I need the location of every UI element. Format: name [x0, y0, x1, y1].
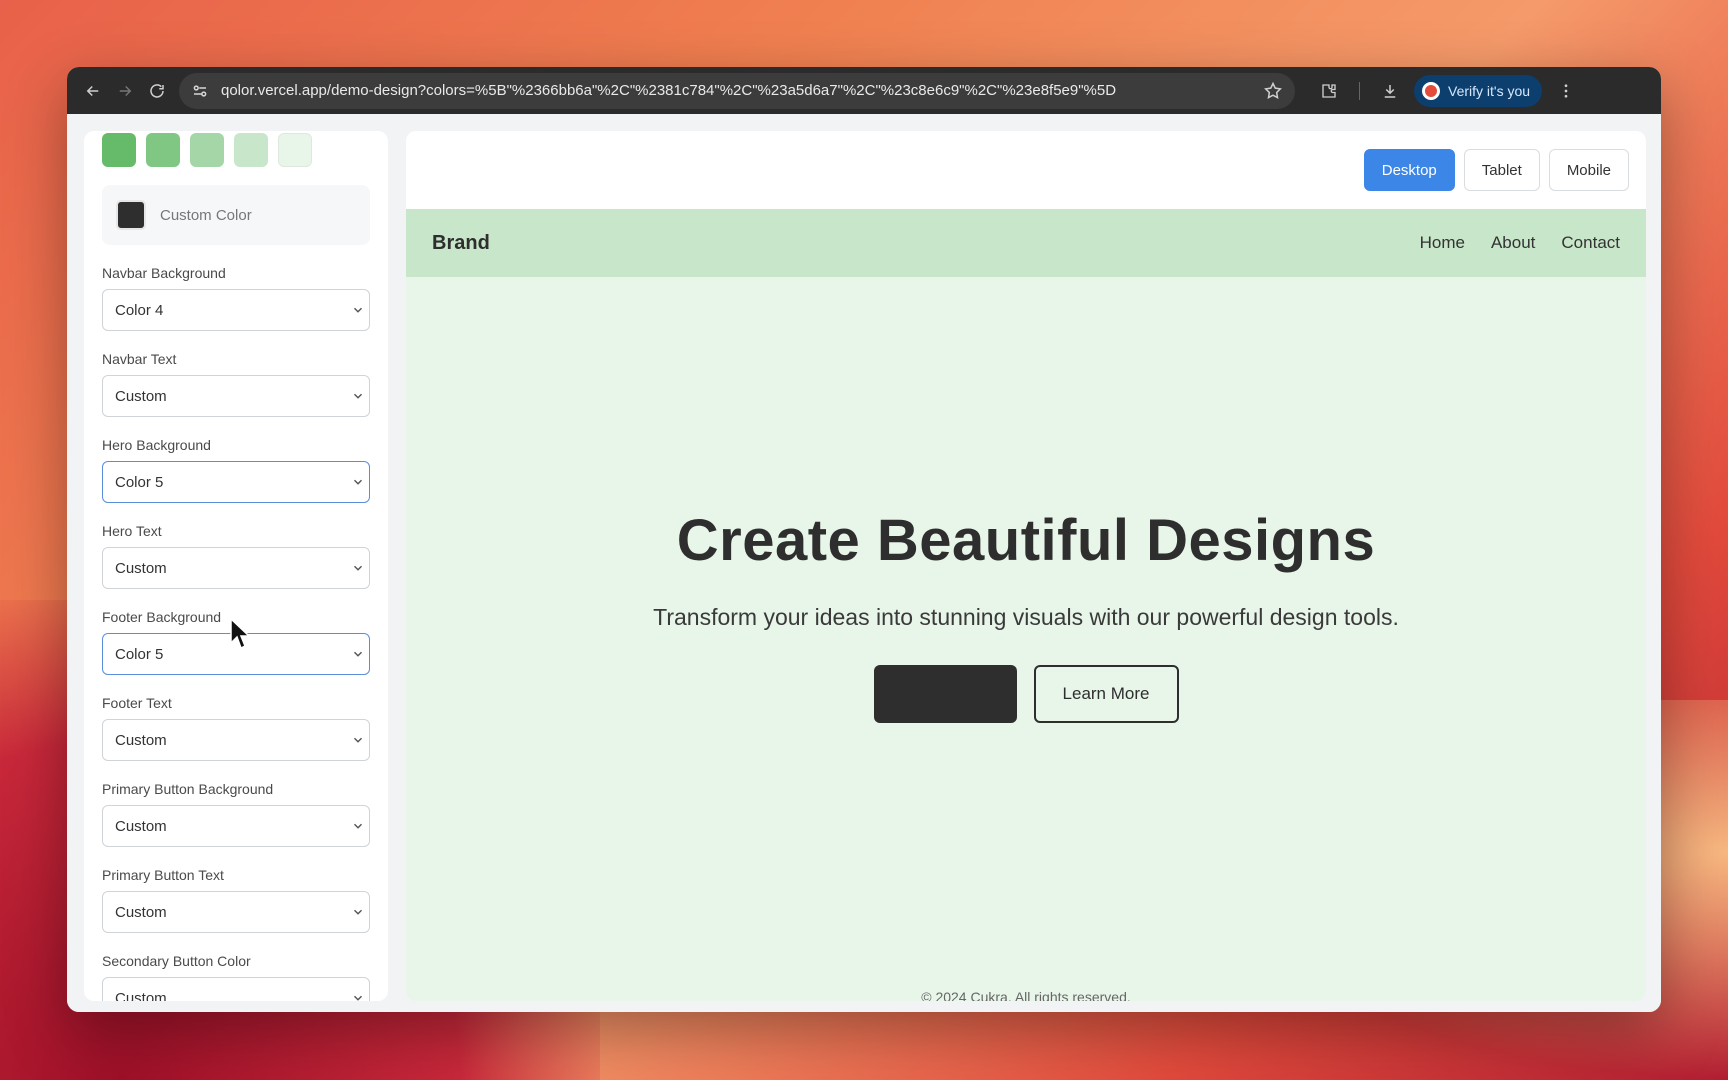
field-label: Secondary Button Color	[102, 953, 251, 969]
tablet-button[interactable]: Tablet	[1463, 149, 1540, 191]
menu-dots-icon[interactable]	[1550, 75, 1582, 107]
field-navbar-background: Navbar Background Color 4	[102, 265, 370, 331]
hero-text-select[interactable]: Custom	[102, 547, 370, 589]
primary-button-text-select[interactable]: Custom	[102, 891, 370, 933]
device-toggle-bar: Desktop Tablet Mobile	[406, 131, 1646, 209]
select-value: Color 5	[115, 473, 164, 491]
address-bar[interactable]: qolor.vercel.app/demo-design?colors=%5B"…	[179, 72, 1295, 109]
profile-alert-icon	[1422, 81, 1440, 100]
field-secondary-button-color: Secondary Button Color Custom	[102, 953, 370, 1001]
select-value: Custom	[115, 817, 167, 835]
learn-more-button[interactable]: Learn More	[1033, 665, 1179, 723]
hero-buttons: Learn More	[873, 665, 1179, 723]
field-primary-button-background: Primary Button Background Custom	[102, 781, 370, 847]
chevron-down-icon	[353, 479, 363, 485]
custom-color-label: Custom Color	[160, 206, 252, 224]
chevron-down-icon	[353, 909, 363, 915]
field-footer-text: Footer Text Custom	[102, 695, 370, 761]
preview-navbar: Brand Home About Contact	[406, 209, 1646, 277]
swatch-color-3[interactable]	[190, 133, 224, 167]
chevron-down-icon	[353, 823, 363, 829]
swatch-color-4[interactable]	[234, 133, 268, 167]
bookmark-star-icon[interactable]	[1263, 81, 1283, 101]
swatch-color-5[interactable]	[278, 133, 312, 167]
select-value: Custom	[115, 731, 167, 749]
secondary-button-color-select[interactable]: Custom	[102, 977, 370, 1001]
custom-color-chip[interactable]	[116, 200, 146, 230]
navbar-background-select[interactable]: Color 4	[102, 289, 370, 331]
primary-button-background-select[interactable]: Custom	[102, 805, 370, 847]
select-value: Color 5	[115, 645, 164, 663]
mouse-cursor-icon	[230, 617, 251, 650]
field-hero-text: Hero Text Custom	[102, 523, 370, 589]
forward-icon[interactable]	[109, 75, 141, 107]
select-value: Custom	[115, 387, 167, 405]
chevron-down-icon	[353, 393, 363, 399]
mobile-button[interactable]: Mobile	[1548, 149, 1629, 191]
site-settings-icon[interactable]	[191, 81, 211, 101]
field-label: Primary Button Text	[102, 867, 224, 883]
chevron-down-icon	[353, 651, 363, 657]
palette-swatches	[102, 131, 370, 169]
download-icon[interactable]	[1374, 75, 1406, 107]
reload-icon[interactable]	[141, 75, 173, 107]
verify-label: Verify it's you	[1448, 82, 1531, 99]
hero-background-select[interactable]: Color 5	[102, 461, 370, 503]
nav-link-contact[interactable]: Contact	[1561, 233, 1620, 253]
nav-link-about[interactable]: About	[1491, 233, 1535, 253]
extensions-icon[interactable]	[1313, 75, 1345, 107]
back-icon[interactable]	[77, 75, 109, 107]
field-primary-button-text: Primary Button Text Custom	[102, 867, 370, 933]
custom-color-picker[interactable]: Custom Color	[102, 185, 370, 245]
brand-logo[interactable]: Brand	[432, 232, 490, 255]
page-content: Custom Color Navbar Background Color 4 N…	[67, 114, 1661, 1012]
preview-hero: Create Beautiful Designs Transform your …	[406, 277, 1646, 1001]
hero-title: Create Beautiful Designs	[676, 508, 1376, 573]
toolbar-divider	[1359, 81, 1360, 100]
swatch-color-2[interactable]	[146, 133, 180, 167]
field-label: Footer Text	[102, 695, 172, 711]
footer-text-select[interactable]: Custom	[102, 719, 370, 761]
footer-copyright: © 2024 Cukra. All rights reserved.	[921, 989, 1131, 1001]
field-hero-background: Hero Background Color 5	[102, 437, 370, 503]
chevron-down-icon	[353, 565, 363, 571]
desktop-button[interactable]: Desktop	[1363, 149, 1455, 191]
chevron-down-icon	[353, 737, 363, 743]
chevron-down-icon	[353, 307, 363, 313]
verify-profile-button[interactable]: Verify it's you	[1414, 74, 1543, 107]
hero-subtitle: Transform your ideas into stunning visua…	[653, 604, 1399, 630]
field-navbar-text: Navbar Text Custom	[102, 351, 370, 417]
browser-toolbar: qolor.vercel.app/demo-design?colors=%5B"…	[67, 67, 1661, 114]
chevron-down-icon	[353, 995, 363, 1001]
field-label: Hero Background	[102, 437, 211, 453]
design-preview: Desktop Tablet Mobile Brand Home About C…	[406, 131, 1646, 1001]
swatch-color-1[interactable]	[102, 133, 136, 167]
navbar-text-select[interactable]: Custom	[102, 375, 370, 417]
field-label: Primary Button Background	[102, 781, 274, 797]
url-text[interactable]: qolor.vercel.app/demo-design?colors=%5B"…	[221, 82, 1263, 99]
nav-link-home[interactable]: Home	[1420, 233, 1465, 253]
field-label: Navbar Text	[102, 351, 177, 367]
field-label: Navbar Background	[102, 265, 226, 281]
primary-button[interactable]	[873, 665, 1017, 723]
browser-window: qolor.vercel.app/demo-design?colors=%5B"…	[67, 67, 1661, 1012]
select-value: Color 4	[115, 301, 164, 319]
preview-nav-links: Home About Contact	[1420, 233, 1620, 253]
select-value: Custom	[115, 989, 167, 1002]
select-value: Custom	[115, 559, 167, 577]
color-settings-panel: Custom Color Navbar Background Color 4 N…	[84, 131, 388, 1001]
select-value: Custom	[115, 903, 167, 921]
field-label: Hero Text	[102, 523, 162, 539]
